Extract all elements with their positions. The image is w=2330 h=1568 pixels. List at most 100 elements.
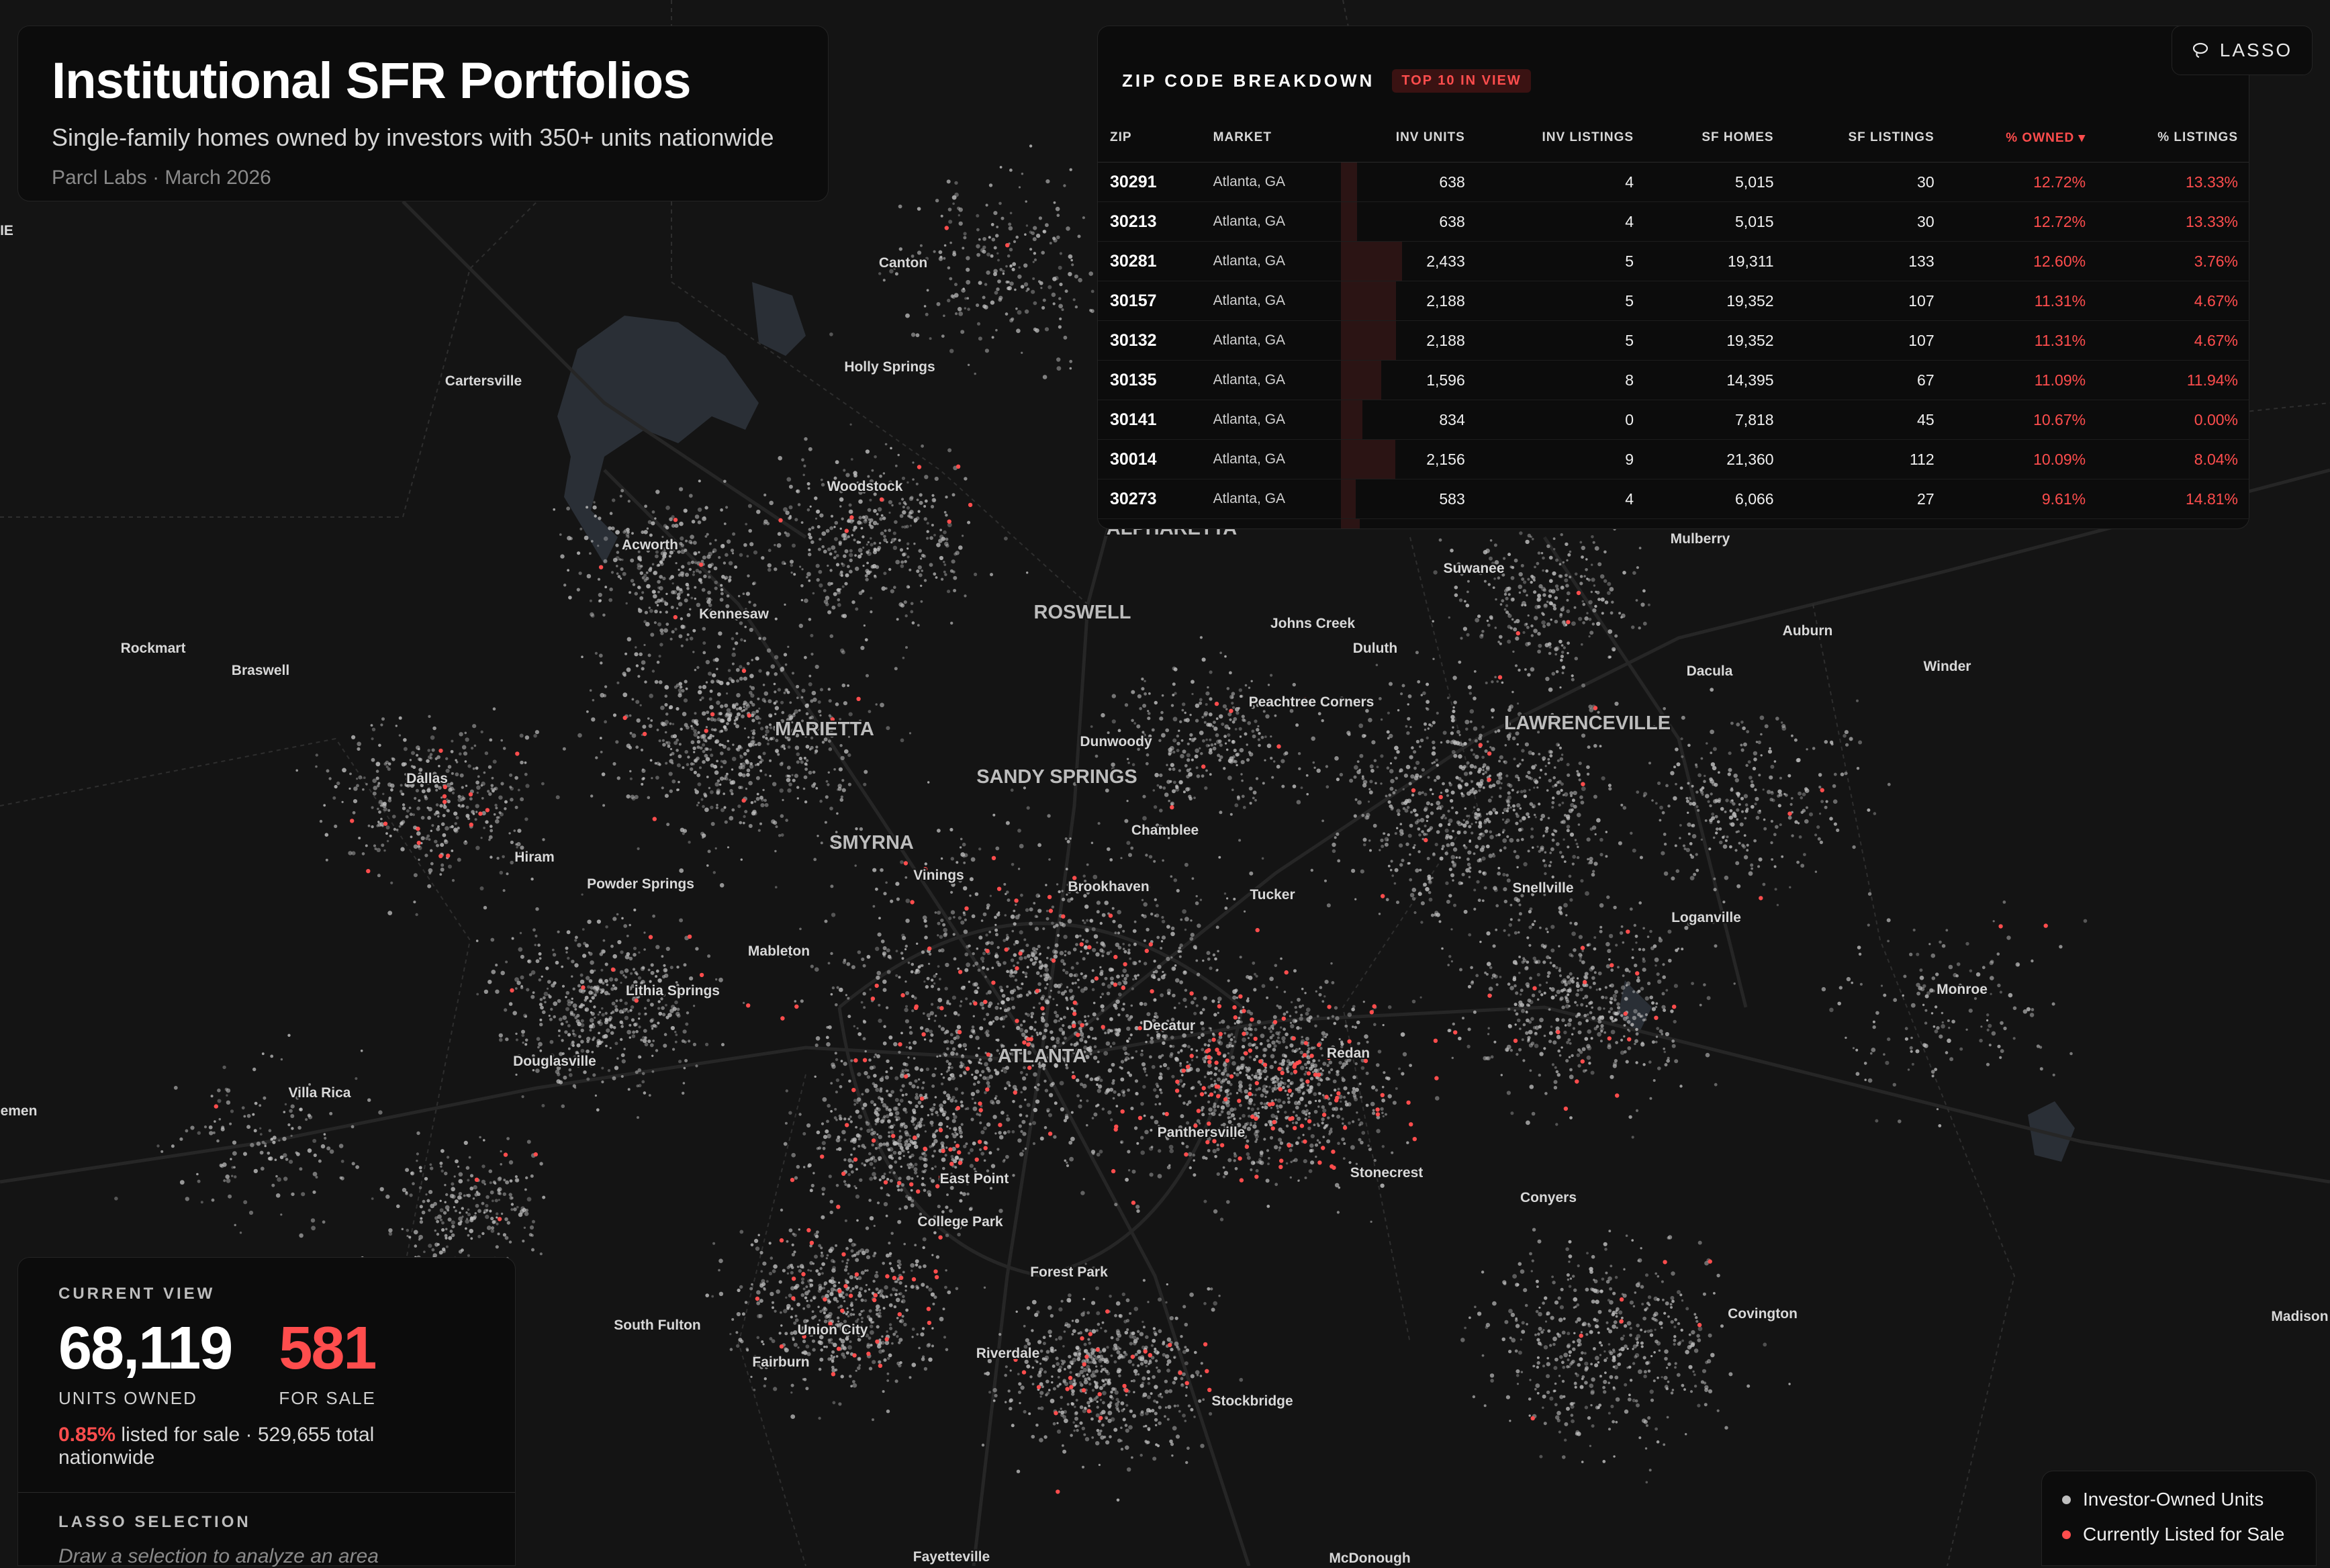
column-header-market[interactable]: MARKET <box>1201 113 1342 163</box>
lasso-button[interactable]: LASSO <box>2172 26 2313 75</box>
place-label: Monroe <box>1937 982 1988 997</box>
column-header-pct-listings[interactable]: % LISTINGS <box>2098 113 2249 163</box>
cell-zip: 30088 <box>1098 519 1201 530</box>
place-label: Fairburn <box>752 1354 809 1370</box>
table-row[interactable]: 30141Atlanta, GA83407,8184510.67%0.00% <box>1098 400 2249 440</box>
page-byline: Parcl Labs · March 2026 <box>52 167 794 189</box>
cell-zip: 30281 <box>1098 242 1201 281</box>
place-label: IE <box>0 223 13 238</box>
cell-sf-homes: 19,352 <box>1646 321 1786 361</box>
inv-units-bar <box>1341 321 1396 360</box>
map-legend: Investor-Owned Units Currently Listed fo… <box>2041 1471 2317 1566</box>
cell-sf-listings: 27 <box>1786 479 1947 519</box>
table-row[interactable]: 30213Atlanta, GA63845,0153012.72%13.33% <box>1098 202 2249 242</box>
cell-sf-listings: 96 <box>1786 519 1947 530</box>
inv-units-bar <box>1341 281 1396 320</box>
cell-market: Atlanta, GA <box>1201 242 1342 281</box>
cell-inv-units: 743 <box>1341 519 1477 530</box>
cell-inv-listings: 9 <box>1477 440 1646 479</box>
place-label: SMYRNA <box>829 832 914 854</box>
place-label: Panthersville <box>1158 1125 1246 1140</box>
units-owned-stat: 68,119 UNITS OWNED <box>58 1318 232 1409</box>
legend-label: Investor-Owned Units <box>2083 1489 2264 1510</box>
cell-pct-listings: 0.00% <box>2098 400 2249 440</box>
cell-pct-listings: 11.94% <box>2098 361 2249 400</box>
listed-summary: 0.85% listed for sale · 529,655 total na… <box>58 1424 475 1469</box>
place-label: Stockbridge <box>1211 1393 1293 1409</box>
table-row[interactable]: 30273Atlanta, GA58346,066279.61%14.81% <box>1098 479 2249 519</box>
cell-pct-owned: 11.31% <box>1947 281 2098 321</box>
table-row[interactable]: 30157Atlanta, GA2,188519,35210711.31%4.6… <box>1098 281 2249 321</box>
inv-units-value: 583 <box>1439 490 1464 508</box>
legend-item-investor-owned: Investor-Owned Units <box>2062 1489 2296 1510</box>
cell-pct-owned: 12.60% <box>1947 242 2098 281</box>
place-label: Holly Springs <box>844 359 935 375</box>
cell-inv-units: 638 <box>1341 202 1477 242</box>
page-title: Institutional SFR Portfolios <box>52 50 794 111</box>
cell-zip: 30014 <box>1098 440 1201 479</box>
cell-pct-listings: 27.08% <box>2098 519 2249 530</box>
cell-inv-listings: 5 <box>1477 281 1646 321</box>
legend-swatch-grey <box>2062 1495 2071 1504</box>
cell-pct-owned: 9.61% <box>1947 479 2098 519</box>
table-row[interactable]: 30281Atlanta, GA2,433519,31113312.60%3.7… <box>1098 242 2249 281</box>
cell-inv-units: 2,188 <box>1341 321 1477 361</box>
place-label: Braswell <box>232 663 289 678</box>
place-label: Dallas <box>406 771 448 786</box>
cell-inv-units: 2,188 <box>1341 281 1477 321</box>
place-label: McDonough <box>1329 1551 1410 1566</box>
table-row[interactable]: 30132Atlanta, GA2,188519,35210711.31%4.6… <box>1098 321 2249 361</box>
place-label: Rockmart <box>121 641 186 656</box>
cell-pct-owned: 11.31% <box>1947 321 2098 361</box>
place-label: Vinings <box>913 868 964 883</box>
column-header-sf-homes[interactable]: SF HOMES <box>1646 113 1786 163</box>
inv-units-bar <box>1341 242 1402 281</box>
inv-units-value: 834 <box>1439 411 1464 428</box>
cell-zip: 30132 <box>1098 321 1201 361</box>
current-view-label: CURRENT VIEW <box>58 1285 475 1303</box>
column-header-inv-units[interactable]: INV UNITS <box>1341 113 1477 163</box>
column-header-zip[interactable]: ZIP <box>1098 113 1201 163</box>
place-label: College Park <box>917 1214 1003 1230</box>
title-panel: Institutional SFR Portfolios Single-fami… <box>17 26 829 201</box>
inv-units-bar <box>1341 163 1357 201</box>
units-owned-caption: UNITS OWNED <box>58 1388 232 1409</box>
cell-zip: 30135 <box>1098 361 1201 400</box>
cell-inv-units: 638 <box>1341 163 1477 202</box>
place-label: Duluth <box>1353 641 1397 656</box>
inv-units-bar <box>1341 479 1356 518</box>
cell-inv-listings: 0 <box>1477 400 1646 440</box>
inv-units-bar <box>1341 519 1360 529</box>
cell-market: Atlanta, GA <box>1201 163 1342 202</box>
column-header-inv-listings[interactable]: INV LISTINGS <box>1477 113 1646 163</box>
cell-zip: 30157 <box>1098 281 1201 321</box>
units-owned-value: 68,119 <box>58 1318 232 1379</box>
cell-pct-owned: 9.56% <box>1947 519 2098 530</box>
table-row[interactable]: 30014Atlanta, GA2,156921,36011210.09%8.0… <box>1098 440 2249 479</box>
place-label: MARIETTA <box>775 719 874 740</box>
column-header-sf-listings[interactable]: SF LISTINGS <box>1786 113 1947 163</box>
zip-table-header-row: ZIP MARKET INV UNITS INV LISTINGS SF HOM… <box>1098 113 2249 163</box>
place-label: Suwanee <box>1443 561 1504 576</box>
cell-pct-listings: 4.67% <box>2098 281 2249 321</box>
inv-units-value: 2,433 <box>1426 252 1465 270</box>
column-header-pct-owned[interactable]: % OWNED ▾ <box>1947 113 2098 163</box>
current-view-panel: CURRENT VIEW 68,119 UNITS OWNED 581 FOR … <box>17 1257 516 1566</box>
place-label: Snellville <box>1512 880 1573 896</box>
table-row[interactable]: 30291Atlanta, GA63845,0153012.72%13.33% <box>1098 163 2249 202</box>
place-label: emen <box>1 1103 38 1119</box>
cell-market: Atlanta, GA <box>1201 400 1342 440</box>
table-row[interactable]: 30088Atlanta, GA743267,774969.56%27.08% <box>1098 519 2249 530</box>
cell-sf-homes: 6,066 <box>1646 479 1786 519</box>
place-label: Woodstock <box>827 479 903 494</box>
inv-units-bar <box>1341 202 1357 241</box>
cell-sf-listings: 107 <box>1786 321 1947 361</box>
place-label: Union City <box>798 1322 868 1338</box>
table-row[interactable]: 30135Atlanta, GA1,596814,3956711.09%11.9… <box>1098 361 2249 400</box>
cell-pct-owned: 10.09% <box>1947 440 2098 479</box>
place-label: Winder <box>1924 659 1971 674</box>
cell-inv-listings: 4 <box>1477 202 1646 242</box>
cell-inv-units: 2,156 <box>1341 440 1477 479</box>
place-label: Canton <box>879 255 927 271</box>
cell-market: Atlanta, GA <box>1201 519 1342 530</box>
